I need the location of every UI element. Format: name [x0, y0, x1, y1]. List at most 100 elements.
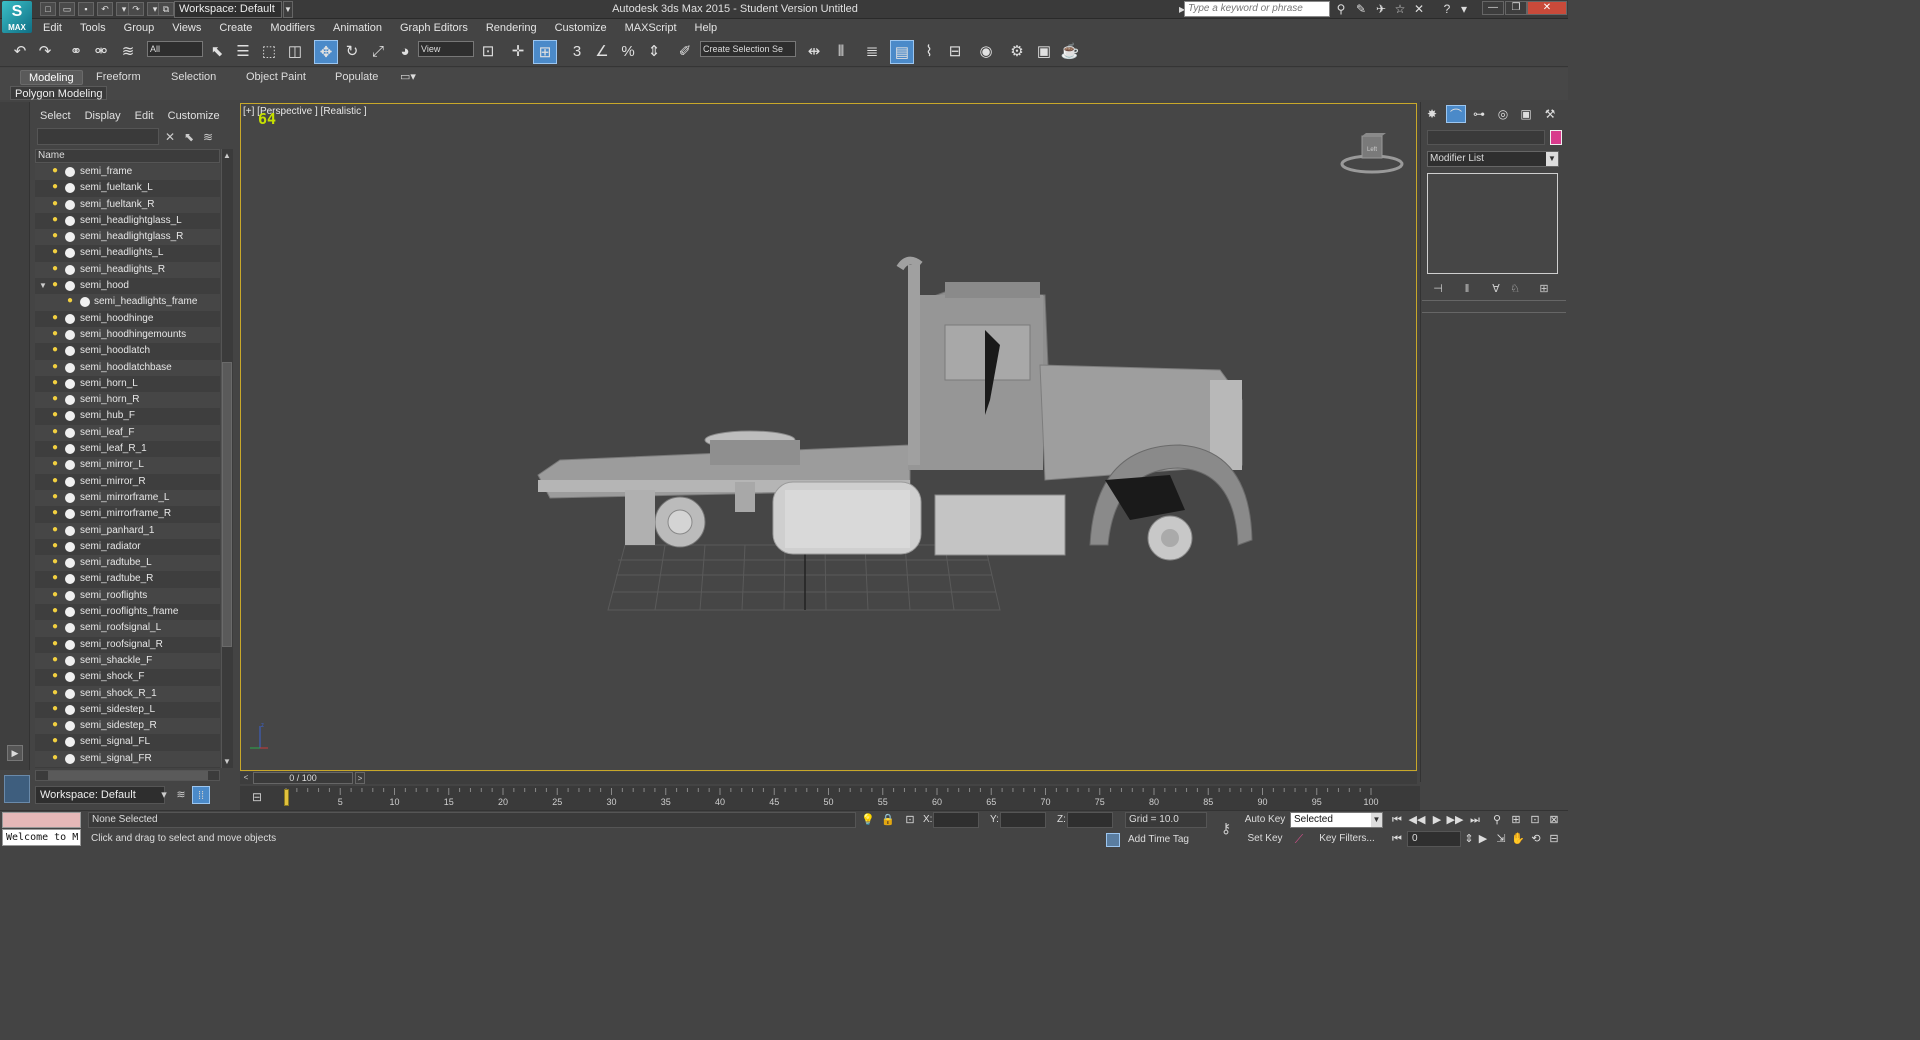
- polygon-modeling-panel[interactable]: Polygon Modeling: [10, 86, 108, 100]
- light-bulb-icon[interactable]: ●: [67, 296, 74, 306]
- manipulate-icon[interactable]: ✛: [506, 40, 530, 64]
- list-item[interactable]: ● semi_shock_R_1: [35, 685, 220, 702]
- help-dropdown-icon[interactable]: ▾: [1455, 1, 1473, 17]
- render-setup-icon[interactable]: ⚙: [1005, 40, 1029, 64]
- render-production-icon[interactable]: ☕: [1058, 40, 1082, 64]
- y-coordinate-field[interactable]: [1000, 812, 1046, 828]
- play-icon[interactable]: ▶: [1428, 812, 1446, 828]
- hierarchy-sort-icon[interactable]: ⁞⁞: [192, 786, 210, 804]
- visibility-icon[interactable]: [65, 346, 75, 357]
- light-bulb-icon[interactable]: ●: [52, 214, 59, 225]
- visibility-icon[interactable]: [65, 476, 75, 487]
- light-bulb-icon[interactable]: ●: [52, 394, 59, 404]
- key-mode-toggle-icon[interactable]: ⏮: [1389, 831, 1405, 847]
- select-icon[interactable]: ⬉: [181, 129, 197, 145]
- time-slider-track[interactable]: [240, 772, 1417, 784]
- tab-freeform[interactable]: Freeform: [88, 70, 149, 85]
- select-and-link-icon[interactable]: ⚭: [64, 40, 88, 64]
- reference-coordinate-dropdown[interactable]: View: [418, 41, 474, 57]
- visibility-icon[interactable]: [65, 737, 75, 748]
- list-item[interactable]: ● semi_mirrorframe_L: [35, 489, 220, 507]
- visibility-icon[interactable]: [65, 704, 75, 715]
- keyboard-shortcut-override-icon[interactable]: ⊞: [533, 40, 557, 64]
- scene-explorer-toggle-icon[interactable]: ▤: [890, 40, 914, 64]
- light-bulb-icon[interactable]: ●: [52, 280, 59, 290]
- visibility-icon[interactable]: [65, 313, 75, 324]
- visibility-icon[interactable]: [65, 590, 75, 601]
- communication-center-icon[interactable]: ✈: [1372, 1, 1390, 17]
- redo-icon[interactable]: ↷: [33, 40, 57, 64]
- visibility-icon[interactable]: [65, 753, 75, 764]
- exchange-icon[interactable]: ✕: [1410, 1, 1428, 17]
- tab-selection[interactable]: Selection: [163, 70, 224, 85]
- list-item[interactable]: ● semi_headlightglass_R: [35, 229, 220, 246]
- light-bulb-icon[interactable]: ●: [52, 508, 59, 518]
- open-file-icon[interactable]: ▭: [59, 2, 75, 16]
- expand-arrow-icon[interactable]: ▼: [39, 278, 47, 294]
- list-item[interactable]: ▼ ● semi_hood: [35, 278, 220, 295]
- light-bulb-icon[interactable]: ●: [52, 361, 59, 372]
- light-bulb-icon[interactable]: ●: [52, 475, 59, 486]
- menu-maxscript[interactable]: MAXScript: [616, 19, 686, 37]
- visibility-icon[interactable]: [65, 264, 75, 275]
- app-logo[interactable]: S MAX: [2, 1, 32, 33]
- layers-icon[interactable]: ≋: [200, 129, 216, 145]
- undo-icon[interactable]: ↶: [8, 40, 32, 64]
- light-bulb-icon[interactable]: ●: [52, 687, 59, 698]
- list-item[interactable]: ● semi_frame: [35, 164, 220, 181]
- light-bulb-icon[interactable]: ●: [52, 312, 59, 323]
- menu-customize[interactable]: Customize: [546, 19, 616, 37]
- light-bulb-icon[interactable]: ●: [52, 736, 59, 746]
- light-bulb-icon[interactable]: ●: [52, 491, 59, 502]
- workspace-bottom-dropdown[interactable]: Workspace: Default: [35, 786, 165, 804]
- list-item[interactable]: ● semi_shock_F: [35, 669, 220, 686]
- window-crossing-icon[interactable]: ◫: [283, 40, 307, 64]
- key-filters-button[interactable]: Key Filters...: [1312, 831, 1382, 847]
- lock-selection-icon[interactable]: 🔒: [880, 813, 896, 827]
- light-bulb-icon[interactable]: ●: [52, 654, 59, 665]
- visibility-icon[interactable]: [65, 623, 75, 634]
- visibility-icon[interactable]: [65, 721, 75, 732]
- light-bulb-icon[interactable]: ●: [52, 182, 59, 192]
- menu-rendering[interactable]: Rendering: [477, 19, 546, 37]
- layer-manager-icon[interactable]: ≣: [860, 40, 884, 64]
- visibility-icon[interactable]: [65, 232, 75, 243]
- name-column-header[interactable]: Name: [35, 149, 220, 163]
- make-unique-icon[interactable]: ∀: [1487, 282, 1505, 296]
- help-icon[interactable]: ?: [1438, 1, 1456, 17]
- modifier-list-dropdown[interactable]: Modifier List: [1427, 151, 1559, 167]
- go-to-start-icon[interactable]: ⏮: [1388, 812, 1406, 828]
- light-bulb-icon[interactable]: ●: [52, 606, 59, 616]
- list-item[interactable]: ● semi_mirror_L: [35, 457, 220, 474]
- material-editor-icon[interactable]: ◉: [974, 40, 998, 64]
- visibility-icon[interactable]: [65, 558, 75, 569]
- list-item[interactable]: ● semi_radiator: [35, 538, 220, 556]
- utilities-tab-icon[interactable]: ⚒: [1540, 105, 1560, 123]
- list-item[interactable]: ● semi_rooflights_frame: [35, 604, 220, 621]
- isolate-selection-icon[interactable]: 💡: [860, 813, 876, 827]
- list-item[interactable]: ● semi_headlights_R: [35, 261, 220, 279]
- list-item[interactable]: ● semi_radtube_R: [35, 571, 220, 588]
- light-bulb-icon[interactable]: ●: [52, 703, 59, 714]
- visibility-icon[interactable]: [65, 183, 75, 194]
- visibility-icon[interactable]: [65, 460, 75, 471]
- x-coordinate-field[interactable]: [933, 812, 979, 828]
- project-folder-icon[interactable]: ⧉: [158, 2, 174, 16]
- key-mode-dropdown[interactable]: Selected: [1290, 812, 1383, 828]
- chevron-down-icon[interactable]: ▼: [1371, 813, 1382, 827]
- object-color-swatch[interactable]: [1550, 130, 1562, 145]
- list-item[interactable]: ● semi_headlights_frame: [35, 294, 220, 311]
- light-bulb-icon[interactable]: ●: [52, 443, 59, 453]
- light-bulb-icon[interactable]: ●: [52, 426, 59, 437]
- pin-stack-icon[interactable]: ⊣: [1429, 282, 1447, 296]
- se-menu-edit[interactable]: Edit: [128, 108, 161, 124]
- angle-snap-icon[interactable]: ∠: [590, 40, 614, 64]
- visibility-icon[interactable]: [65, 281, 75, 292]
- light-bulb-icon[interactable]: ●: [52, 410, 59, 420]
- list-item[interactable]: ● semi_roofsignal_R: [35, 636, 220, 653]
- edit-named-selection-icon[interactable]: ✐: [673, 40, 697, 64]
- mini-curve-editor-icon[interactable]: ⊟: [249, 789, 265, 805]
- set-keys-icon[interactable]: ⚷: [1214, 818, 1238, 838]
- time-slider[interactable]: 0 / 100: [253, 772, 353, 784]
- binoculars-icon[interactable]: ⚲: [1332, 1, 1350, 17]
